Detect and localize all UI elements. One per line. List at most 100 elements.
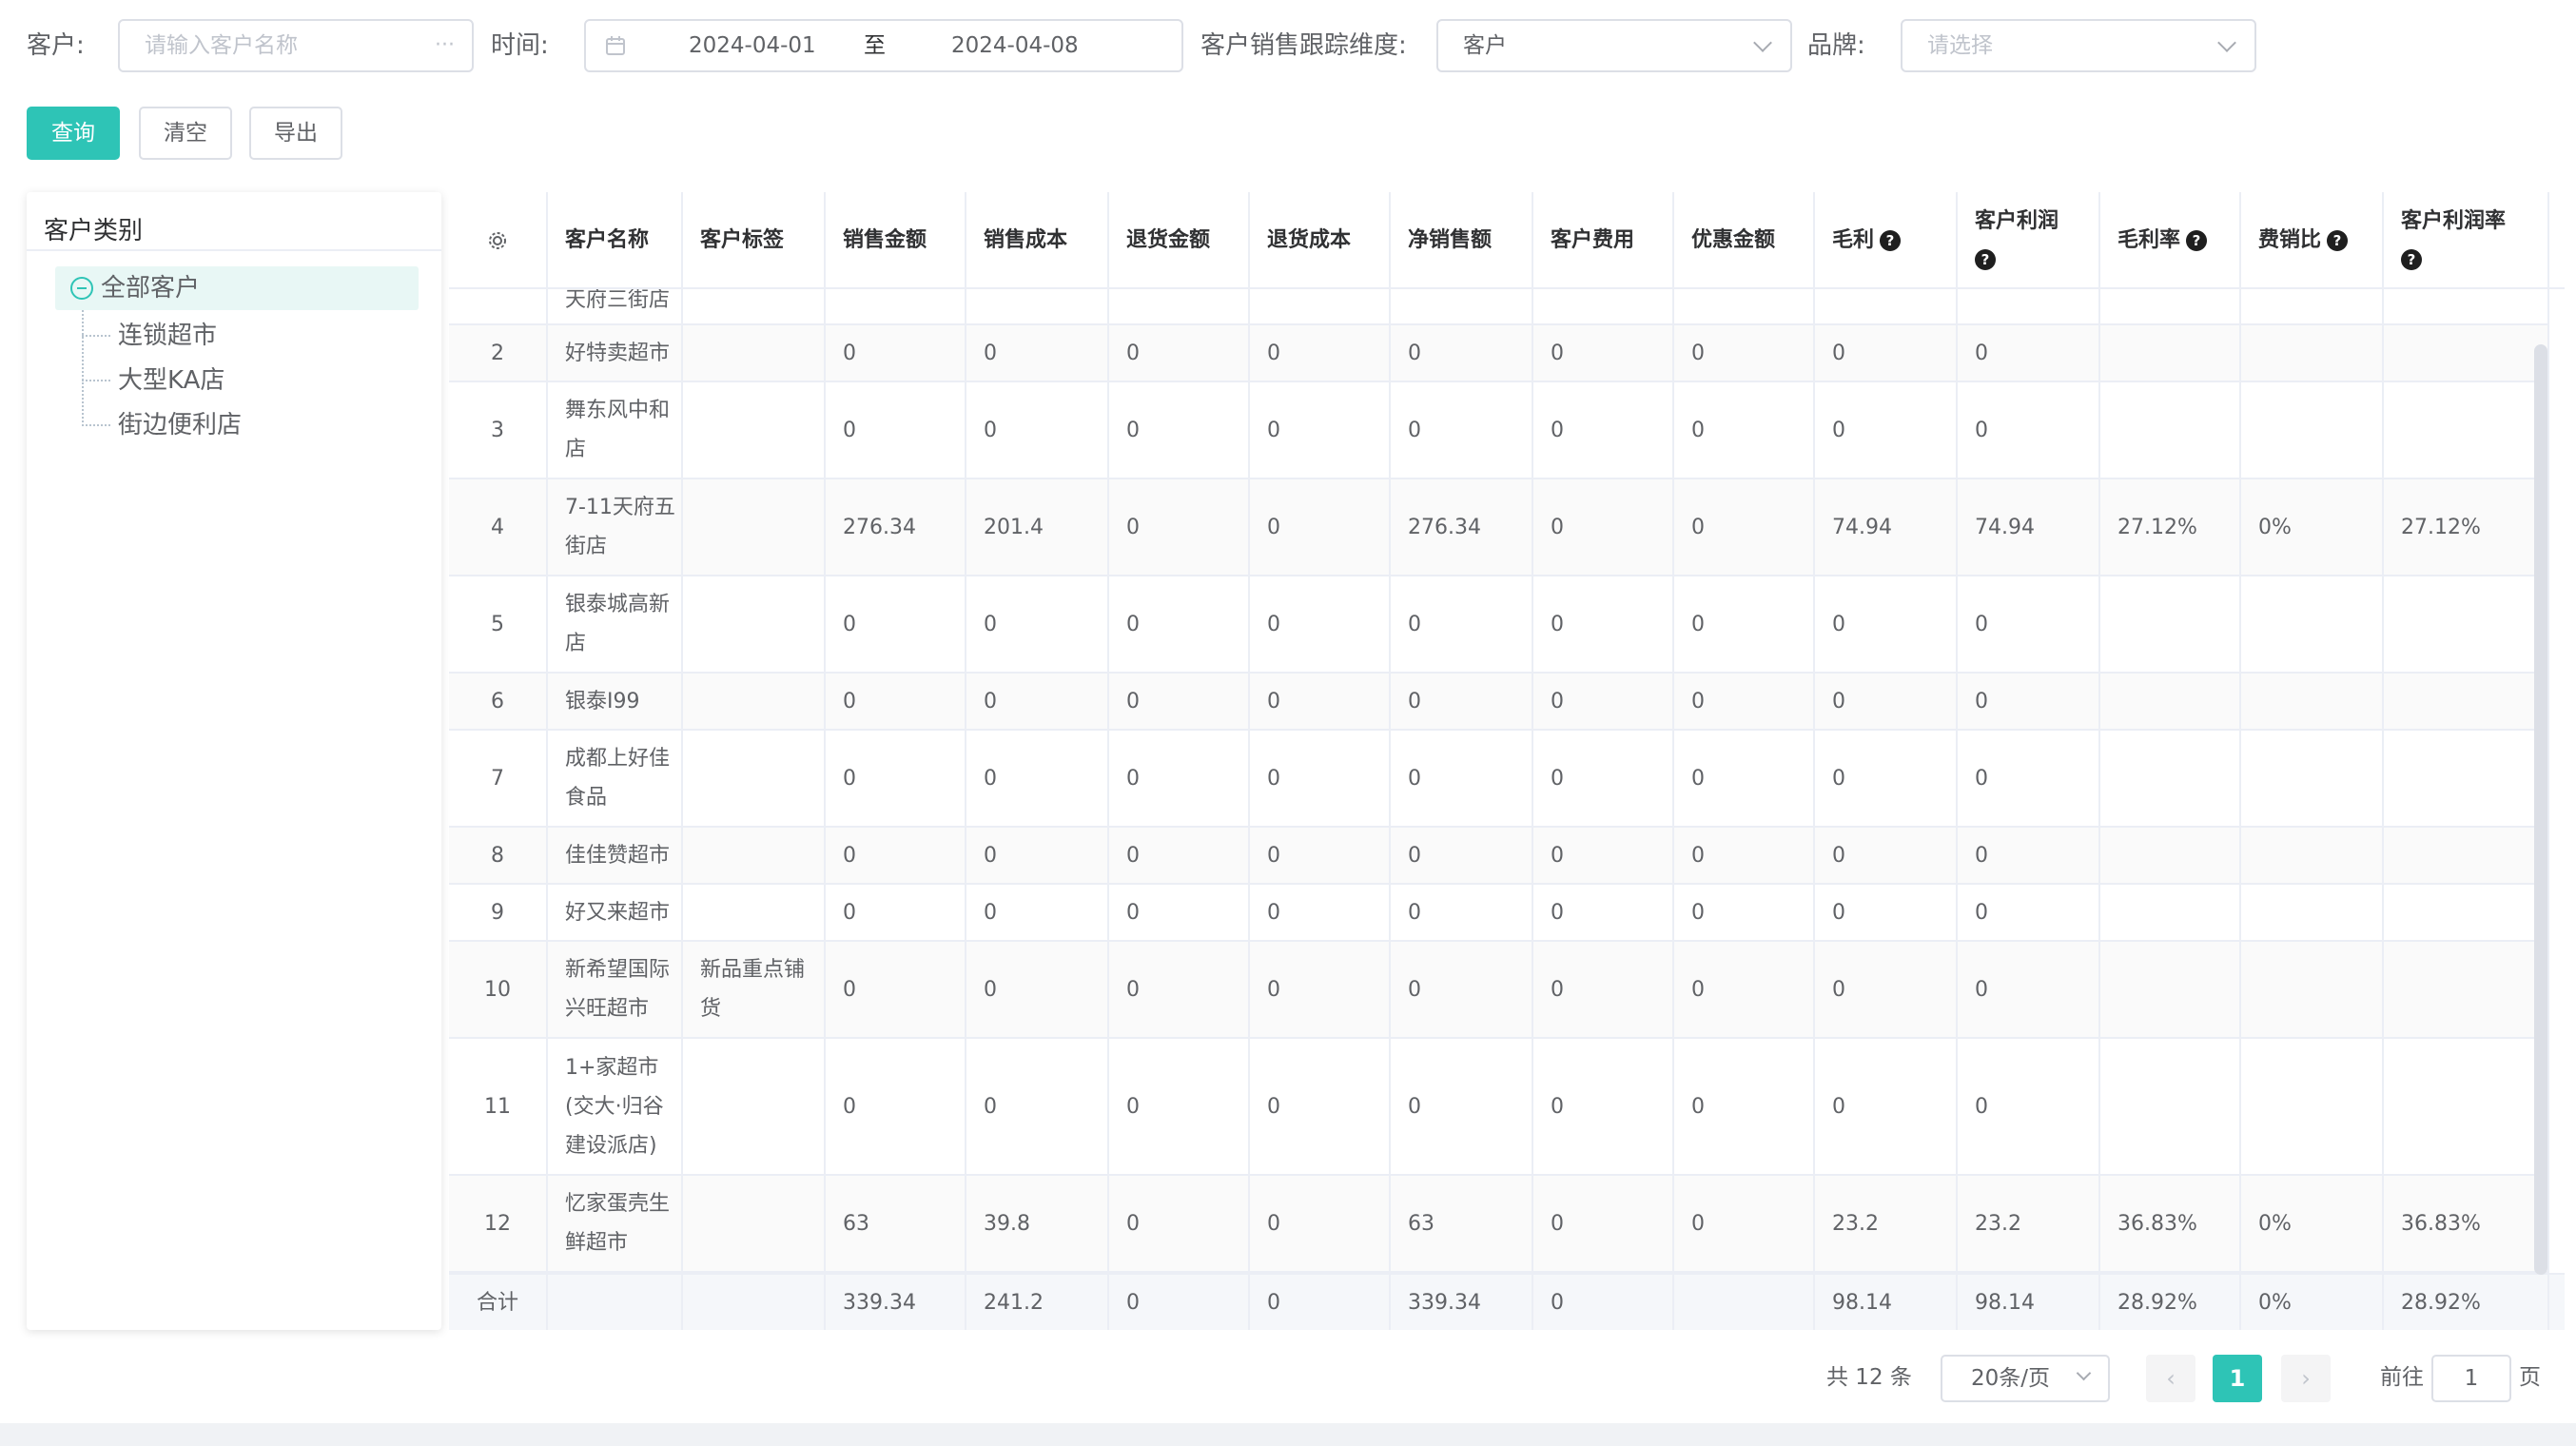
value-cell: 0 bbox=[826, 731, 966, 826]
vertical-scrollbar[interactable] bbox=[2534, 344, 2547, 1275]
help-icon[interactable]: ? bbox=[2327, 230, 2349, 251]
table-cell bbox=[1958, 289, 2100, 323]
help-icon[interactable]: ? bbox=[1975, 249, 1996, 270]
column-settings-icon[interactable] bbox=[449, 192, 548, 289]
cell-text: 39.8 bbox=[984, 1211, 1030, 1236]
table-row[interactable]: 10 新希望国际兴旺超市 新品重点铺货 0 0 0 0 0 0 0 0 0 bbox=[449, 942, 2549, 1039]
value-cell: 23.2 bbox=[1815, 1176, 1958, 1271]
value-cell: 0 bbox=[1109, 1176, 1250, 1271]
value-cell: 0 bbox=[1533, 325, 1674, 381]
goto-page-input[interactable]: 1 bbox=[2431, 1355, 2511, 1402]
column-header[interactable]: 退货成本 bbox=[1250, 192, 1391, 289]
cell-text: 27.12% bbox=[2401, 515, 2481, 539]
column-header[interactable]: 销售成本 bbox=[966, 192, 1109, 289]
total-cell: 98.14 bbox=[1958, 1275, 2100, 1330]
column-header[interactable]: 客户标签 bbox=[683, 192, 826, 289]
cell-text: 10 bbox=[484, 977, 511, 1002]
cell-text: 0 bbox=[1551, 1094, 1564, 1119]
column-header[interactable]: 客户名称 bbox=[548, 192, 683, 289]
column-header[interactable]: 费销比? bbox=[2241, 192, 2384, 289]
row-index: 8 bbox=[449, 828, 548, 883]
page-size-select[interactable]: 20条/页 bbox=[1941, 1355, 2110, 1402]
cell-text: 0 bbox=[843, 900, 856, 925]
table-row[interactable]: 6 银泰I99 0 0 0 0 0 0 0 0 0 bbox=[449, 674, 2549, 731]
cell-text: 0 bbox=[1126, 515, 1140, 539]
column-header[interactable]: 退货金额 bbox=[1109, 192, 1250, 289]
pager-total: 共 12 条 bbox=[1826, 1365, 1912, 1390]
bottom-bar bbox=[0, 1423, 2576, 1446]
column-header[interactable]: 客户利润率? bbox=[2384, 192, 2549, 289]
total-cell: 98.14 bbox=[1815, 1275, 1958, 1330]
date-end[interactable]: 2024-04-08 bbox=[951, 21, 1079, 70]
cell-text: 0 bbox=[1267, 1094, 1280, 1119]
next-page-button[interactable]: › bbox=[2281, 1355, 2331, 1402]
cell-text: 0 bbox=[984, 341, 997, 365]
value-cell: 0 bbox=[826, 1039, 966, 1174]
query-button[interactable]: 查询 bbox=[27, 107, 120, 160]
table-row[interactable]: 3 舞东风中和店 0 0 0 0 0 0 0 0 0 bbox=[449, 382, 2549, 479]
value-cell: 0 bbox=[1109, 731, 1250, 826]
column-header[interactable]: 销售金额 bbox=[826, 192, 966, 289]
cell-text: 0 bbox=[843, 977, 856, 1002]
table-row[interactable]: 9 好又来超市 0 0 0 0 0 0 0 0 0 bbox=[449, 885, 2549, 942]
table-row[interactable]: 天府三街店 bbox=[449, 289, 2549, 325]
value-cell bbox=[2100, 731, 2241, 826]
total-cell: 0 bbox=[1250, 1275, 1391, 1330]
column-header-label: 销售金额 bbox=[843, 228, 927, 252]
table-row[interactable]: 5 银泰城高新店 0 0 0 0 0 0 0 0 0 bbox=[449, 576, 2549, 674]
clear-button[interactable]: 清空 bbox=[139, 107, 232, 160]
export-button[interactable]: 导出 bbox=[249, 107, 342, 160]
date-range-picker[interactable]: 2024-04-01 至 2024-04-08 bbox=[584, 19, 1183, 72]
dimension-select[interactable]: 客户 bbox=[1436, 19, 1792, 72]
table-row[interactable]: 4 7-11天府五街店 276.34 201.4 0 0 276.34 0 0 74.94 74.9… bbox=[449, 479, 2549, 576]
prev-page-button[interactable]: ‹ bbox=[2146, 1355, 2195, 1402]
customer-search-input[interactable]: 请输入客户名称 ··· bbox=[118, 19, 474, 72]
table-row[interactable]: 7 成都上好佳食品 0 0 0 0 0 0 0 0 0 bbox=[449, 731, 2549, 828]
column-header-label: 费销比 bbox=[2258, 228, 2322, 252]
brand-select[interactable]: 请选择 bbox=[1901, 19, 2256, 72]
page-number-button[interactable]: 1 bbox=[2213, 1355, 2262, 1402]
tree-node-ka-store[interactable]: 大型KA店 bbox=[82, 359, 415, 402]
column-header[interactable]: 净销售额 bbox=[1391, 192, 1533, 289]
cell-text: 0 bbox=[1267, 515, 1280, 539]
column-header[interactable]: 毛利? bbox=[1815, 192, 1958, 289]
help-icon[interactable]: ? bbox=[2186, 230, 2208, 251]
table-row[interactable]: 2 好特卖超市 0 0 0 0 0 0 0 0 0 bbox=[449, 325, 2549, 382]
value-cell bbox=[2241, 576, 2384, 672]
column-header[interactable]: 毛利率? bbox=[2100, 192, 2241, 289]
tree-node-convenience-store[interactable]: 街边便利店 bbox=[82, 403, 415, 447]
cell-text: 0 bbox=[1551, 612, 1564, 636]
value-cell: 0 bbox=[1250, 828, 1391, 883]
tree-node-all-customers[interactable]: 全部客户 bbox=[55, 266, 419, 310]
brand-label: 品牌: bbox=[1807, 31, 1865, 60]
collapse-icon[interactable] bbox=[70, 277, 93, 300]
value-cell: 0 bbox=[1674, 479, 1815, 575]
more-icon[interactable]: ··· bbox=[435, 21, 455, 70]
help-icon[interactable]: ? bbox=[2401, 249, 2422, 270]
cell-text: 0 bbox=[1408, 418, 1421, 442]
help-icon[interactable]: ? bbox=[1880, 230, 1902, 251]
table-row[interactable]: 8 佳佳赞超市 0 0 0 0 0 0 0 0 0 bbox=[449, 828, 2549, 885]
cell-text: 0 bbox=[1408, 843, 1421, 868]
cell-text: 0 bbox=[1975, 689, 1988, 713]
column-header[interactable]: 优惠金额 bbox=[1674, 192, 1815, 289]
value-cell bbox=[2100, 674, 2241, 729]
cell-text: 0 bbox=[1975, 977, 1988, 1002]
table-row[interactable]: 12 忆家蛋壳生鲜超市 63 39.8 0 0 63 0 0 23.2 23.2 36.83% 0% 36… bbox=[449, 1176, 2549, 1273]
tree-node-chain-supermarket[interactable]: 连锁超市 bbox=[82, 314, 415, 358]
column-header[interactable]: 客户利润? bbox=[1958, 192, 2100, 289]
column-header[interactable]: 客户费用 bbox=[1533, 192, 1674, 289]
table-row[interactable]: 11 1+家超市(交大·归谷建设派店) 0 0 0 0 0 0 0 0 0 bbox=[449, 1039, 2549, 1176]
value-cell bbox=[2100, 828, 2241, 883]
value-cell: 0 bbox=[1674, 325, 1815, 381]
value-cell: 0 bbox=[1533, 885, 1674, 940]
value-cell bbox=[2384, 828, 2549, 883]
value-cell: 0 bbox=[1958, 942, 2100, 1037]
date-start[interactable]: 2024-04-01 bbox=[689, 21, 816, 70]
table-cell bbox=[1674, 289, 1815, 323]
cell-text: 0 bbox=[1691, 977, 1705, 1002]
cell-text: 63 bbox=[1408, 1211, 1434, 1236]
cell-text: 0 bbox=[1126, 1211, 1140, 1236]
value-cell: 0 bbox=[1391, 885, 1533, 940]
value-cell: 0 bbox=[1674, 382, 1815, 478]
